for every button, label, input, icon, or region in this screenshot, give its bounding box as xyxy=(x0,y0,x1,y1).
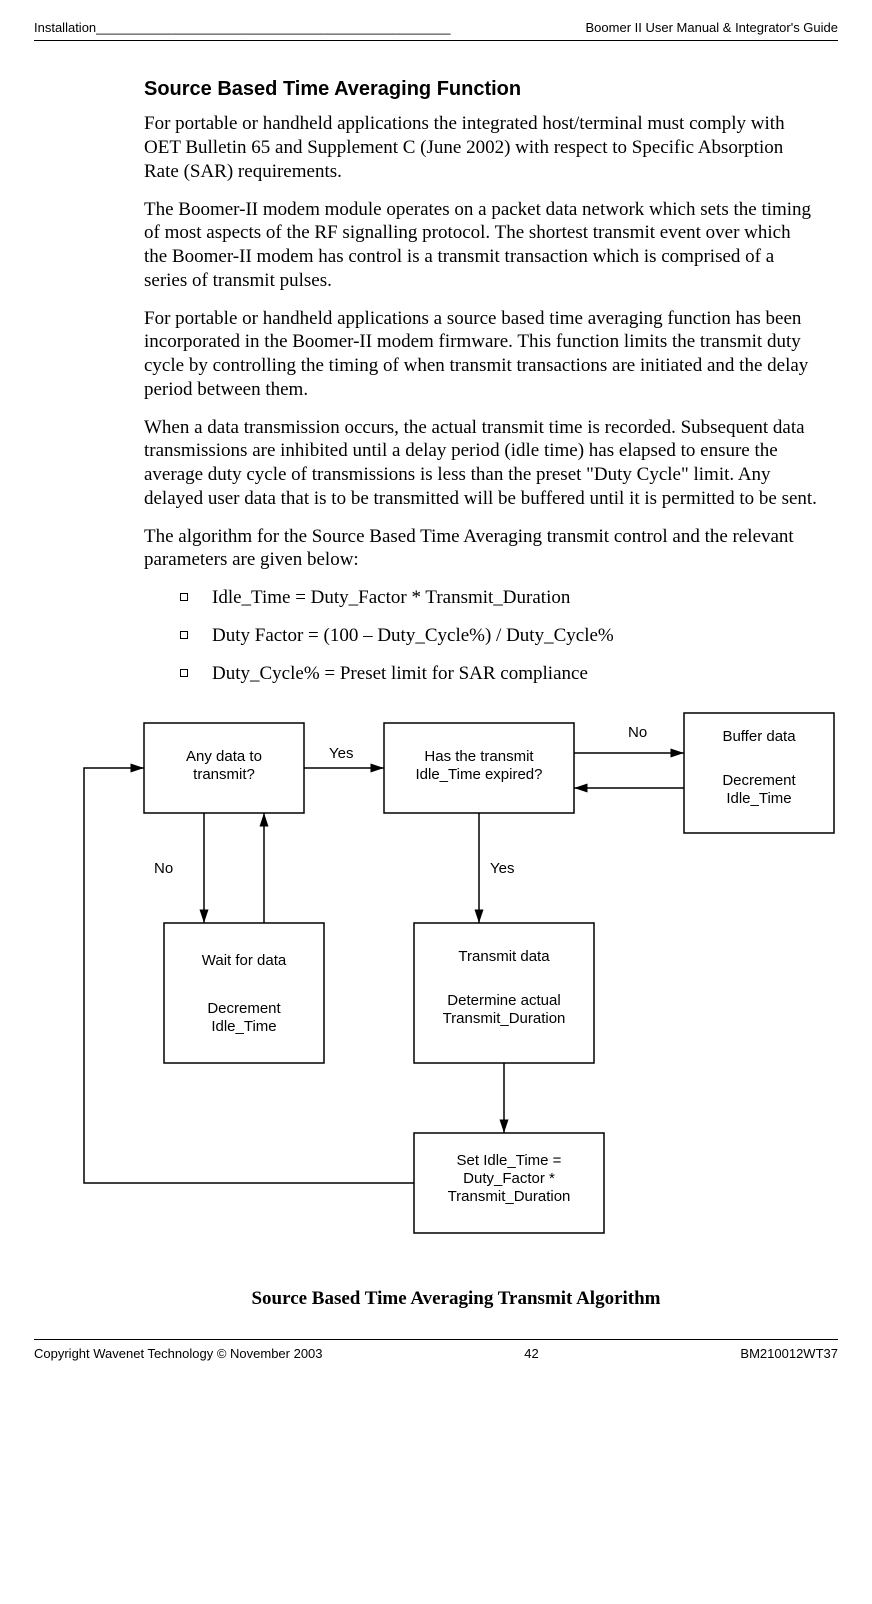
bullet-3: Duty_Cycle% = Preset limit for SAR compl… xyxy=(180,662,818,686)
section-title: Source Based Time Averaging Function xyxy=(144,77,818,102)
flow-box6-l3: Transmit_Duration xyxy=(448,1188,571,1205)
label-yes-2: Yes xyxy=(490,860,514,877)
bullet-1: Idle_Time = Duty_Factor * Transmit_Durat… xyxy=(180,586,818,610)
label-no-1: No xyxy=(628,724,647,741)
footer-right: BM210012WT37 xyxy=(740,1346,838,1362)
bullet-list: Idle_Time = Duty_Factor * Transmit_Durat… xyxy=(180,586,818,685)
content-body: Source Based Time Averaging Function For… xyxy=(144,77,818,1310)
flow-box5-l1: Transmit data xyxy=(458,948,550,965)
flow-box6-l2: Duty_Factor * xyxy=(463,1170,555,1187)
flow-box1-l2: transmit? xyxy=(193,766,255,783)
footer-center: 42 xyxy=(524,1346,538,1362)
paragraph-5: The algorithm for the Source Based Time … xyxy=(144,525,818,573)
label-yes-1: Yes xyxy=(329,745,353,762)
bullet-2: Duty Factor = (100 – Duty_Cycle%) / Duty… xyxy=(180,624,818,648)
flow-box2-l2: Idle_Time expired? xyxy=(415,766,542,783)
paragraph-3: For portable or handheld applications a … xyxy=(144,307,818,402)
footer-rule xyxy=(34,1339,838,1340)
flow-box4-l3: Idle_Time xyxy=(211,1018,276,1035)
header-rule xyxy=(34,40,838,41)
flow-box4-l1: Wait for data xyxy=(202,952,287,969)
header-right: Boomer II User Manual & Integrator's Gui… xyxy=(586,20,838,36)
flow-box6-l1: Set Idle_Time = xyxy=(457,1152,562,1169)
flow-box5-l3: Transmit_Duration xyxy=(443,1010,566,1027)
flow-box3-l2: Decrement xyxy=(722,772,796,789)
paragraph-4: When a data transmission occurs, the act… xyxy=(144,416,818,511)
flowchart: Any data to transmit? Has the transmit I… xyxy=(44,703,818,1269)
label-no-2: No xyxy=(154,860,173,877)
flow-box4-l2: Decrement xyxy=(207,1000,281,1017)
paragraph-2: The Boomer-II modem module operates on a… xyxy=(144,198,818,293)
flow-box3-l1: Buffer data xyxy=(722,728,796,745)
figure-caption: Source Based Time Averaging Transmit Alg… xyxy=(94,1287,818,1311)
flow-box2-l1: Has the transmit xyxy=(424,748,534,765)
footer-left: Copyright Wavenet Technology © November … xyxy=(34,1346,323,1362)
flow-box1-l1: Any data to xyxy=(186,748,262,765)
flow-box5-l2: Determine actual xyxy=(447,992,560,1009)
paragraph-1: For portable or handheld applications th… xyxy=(144,112,818,183)
flow-box3-l3: Idle_Time xyxy=(726,790,791,807)
page-header: Installation____________________________… xyxy=(34,20,838,36)
header-left-text: Installation xyxy=(34,20,96,35)
header-left: Installation____________________________… xyxy=(34,20,450,36)
page-footer: Copyright Wavenet Technology © November … xyxy=(34,1346,838,1362)
